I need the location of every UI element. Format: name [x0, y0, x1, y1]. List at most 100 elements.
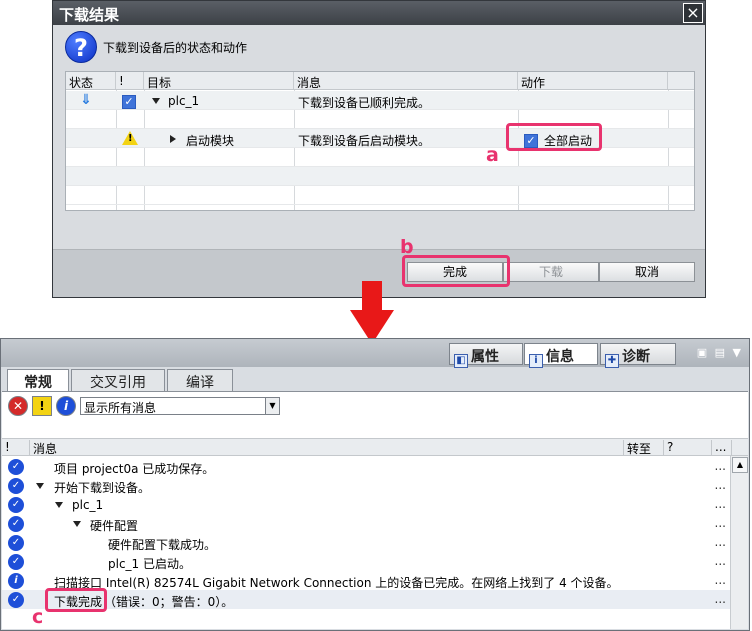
more-link[interactable]: ... — [715, 459, 726, 473]
success-check-icon: ✓ — [8, 497, 24, 513]
dialog-title: 下载结果 — [59, 6, 120, 24]
message-plc: 下载到设备已顺利完成。 — [298, 96, 431, 110]
col-message[interactable]: 消息 — [30, 440, 624, 456]
more-link[interactable]: ... — [715, 535, 726, 549]
col-more[interactable]: ... — [712, 440, 732, 456]
ok-check-icon: ✓ — [122, 92, 136, 109]
warning-filter-icon[interactable]: ! — [32, 396, 52, 416]
expand-chevron-down-icon[interactable] — [152, 94, 160, 108]
tab-info-label: 信息 — [546, 349, 574, 365]
col-goto[interactable]: 转至 — [624, 440, 664, 456]
message-text: 扫描接口 Intel(R) 82574L Gigabit Network Con… — [54, 576, 619, 590]
message-filter-value: 显示所有消息 — [84, 401, 157, 415]
more-link[interactable]: ... — [715, 573, 726, 587]
download-results-dialog: 下载结果 × ? 下载到设备后的状态和动作 状态 ! 目标 消息 动作 ⇓ ✓ … — [52, 0, 706, 298]
tab-info[interactable]: i 信息 — [524, 343, 598, 368]
more-link[interactable]: ... — [715, 497, 726, 511]
info-icon: i — [529, 354, 543, 368]
grid-row-empty — [66, 148, 694, 167]
info-icon: i — [8, 573, 24, 589]
message-row[interactable]: ✓ 硬件配置下载成功。 ... — [2, 533, 730, 552]
more-link[interactable]: ... — [715, 516, 726, 530]
diagnostics-icon: ✚ — [605, 354, 619, 368]
cancel-button[interactable]: 取消 — [599, 262, 695, 282]
message-text: 硬件配置下载成功。 — [108, 538, 217, 552]
message-row-selected[interactable]: ✓ 下载完成 （错误：0；警告：0）。 ... — [2, 590, 730, 609]
error-filter-icon[interactable]: ✕ — [8, 396, 28, 416]
message-row[interactable]: i 扫描接口 Intel(R) 82574L Gigabit Network C… — [2, 571, 730, 590]
col-flag[interactable]: ! — [2, 440, 30, 456]
warning-icon — [122, 131, 138, 148]
success-check-icon: ✓ — [8, 459, 24, 475]
target-plc: plc_1 — [168, 94, 200, 108]
grid-header: 状态 ! 目标 消息 动作 — [66, 72, 694, 90]
grid-row-empty — [66, 167, 694, 186]
col-flag[interactable]: ! — [116, 72, 144, 89]
message-text-summary: （错误：0；警告：0）。 — [104, 595, 234, 609]
highlight-start-all — [506, 123, 602, 151]
download-status-icon: ⇓ — [80, 92, 92, 108]
message-row[interactable]: ✓ plc_1 ... — [2, 495, 730, 514]
col-message[interactable]: 消息 — [294, 72, 518, 90]
subtab-cross-reference[interactable]: 交叉引用 — [71, 369, 165, 391]
expand-chevron-right-icon[interactable] — [170, 132, 176, 146]
message-text: 硬件配置 — [90, 519, 139, 533]
subtab-general[interactable]: 常规 — [7, 369, 69, 392]
dialog-titlebar: 下载结果 × — [53, 1, 705, 25]
question-icon: ? — [65, 31, 97, 63]
message-table: ! 消息 转至 ? ... ✓ 项目 project0a 已成功保存。 ... … — [2, 438, 748, 629]
message-row[interactable]: ✓ 开始下载到设备。 ... — [2, 476, 730, 495]
info-filter-icon[interactable]: i — [56, 396, 76, 416]
col-action[interactable]: 动作 — [518, 72, 668, 90]
message-text: 项目 project0a 已成功保存。 — [54, 462, 215, 476]
message-text: plc_1 — [72, 498, 104, 512]
download-button[interactable]: 下载 — [503, 262, 599, 282]
col-status[interactable]: 状态 — [66, 72, 116, 90]
success-check-icon: ✓ — [8, 592, 24, 608]
callout-a: a — [486, 144, 499, 166]
success-check-icon: ✓ — [8, 478, 24, 494]
dialog-header-text: 下载到设备后的状态和动作 — [103, 41, 248, 55]
success-check-icon: ✓ — [8, 535, 24, 551]
inspector-panel: ◧ 属性 i 信息 ✚ 诊断 ▣ ▤ ▼ 常规 交叉引用 编译 ✕ ! i 显示所有消… — [0, 338, 750, 631]
properties-icon: ◧ — [454, 354, 468, 368]
expand-chevron-down-icon[interactable] — [73, 517, 81, 531]
down-arrow-stem — [362, 281, 382, 313]
scroll-up-icon[interactable]: ▲ — [732, 457, 748, 473]
panel-window-controls[interactable]: ▣ ▤ ▼ — [697, 346, 743, 359]
subtab-compile[interactable]: 编译 — [167, 369, 233, 391]
tab-diagnostics-label: 诊断 — [622, 349, 650, 365]
tab-properties[interactable]: ◧ 属性 — [449, 343, 523, 368]
col-help[interactable]: ? — [664, 440, 712, 456]
message-start-modules: 下载到设备后启动模块。 — [298, 134, 431, 148]
message-row[interactable]: ✓ plc_1 已启动。 ... — [2, 552, 730, 571]
chevron-down-icon[interactable]: ▼ — [265, 398, 279, 414]
more-link[interactable]: ... — [715, 592, 726, 606]
tab-properties-label: 属性 — [471, 349, 499, 365]
close-icon[interactable]: × — [683, 3, 703, 23]
more-link[interactable]: ... — [715, 478, 726, 492]
message-text: 开始下载到设备。 — [54, 481, 151, 495]
success-check-icon: ✓ — [8, 554, 24, 570]
expand-chevron-down-icon[interactable] — [36, 479, 44, 493]
message-scrollbar[interactable]: ▲ — [730, 456, 748, 629]
callout-c: c — [32, 606, 44, 628]
tab-diagnostics[interactable]: ✚ 诊断 — [600, 343, 676, 368]
grid-row-empty — [66, 186, 694, 205]
message-filter-dropdown[interactable]: 显示所有消息 ▼ — [80, 397, 280, 415]
highlight-finish — [402, 255, 510, 287]
col-target[interactable]: 目标 — [144, 72, 294, 90]
message-row[interactable]: ✓ 硬件配置 ... — [2, 514, 730, 533]
message-table-header: ! 消息 转至 ? ... — [2, 438, 748, 456]
expand-chevron-down-icon[interactable] — [55, 498, 63, 512]
message-row[interactable]: ✓ 项目 project0a 已成功保存。 ... — [2, 457, 730, 476]
target-start-modules: 启动模块 — [186, 134, 235, 148]
message-text: plc_1 已启动。 — [108, 557, 191, 571]
dialog-header: ? 下载到设备后的状态和动作 — [53, 25, 705, 69]
panel-topbar: ◧ 属性 i 信息 ✚ 诊断 ▣ ▤ ▼ — [1, 339, 749, 368]
highlight-download-complete — [45, 588, 107, 612]
more-link[interactable]: ... — [715, 554, 726, 568]
callout-b: b — [400, 236, 414, 258]
success-check-icon: ✓ — [8, 516, 24, 532]
grid-row-plc[interactable]: ⇓ ✓ plc_1 下载到设备已顺利完成。 — [66, 91, 694, 110]
